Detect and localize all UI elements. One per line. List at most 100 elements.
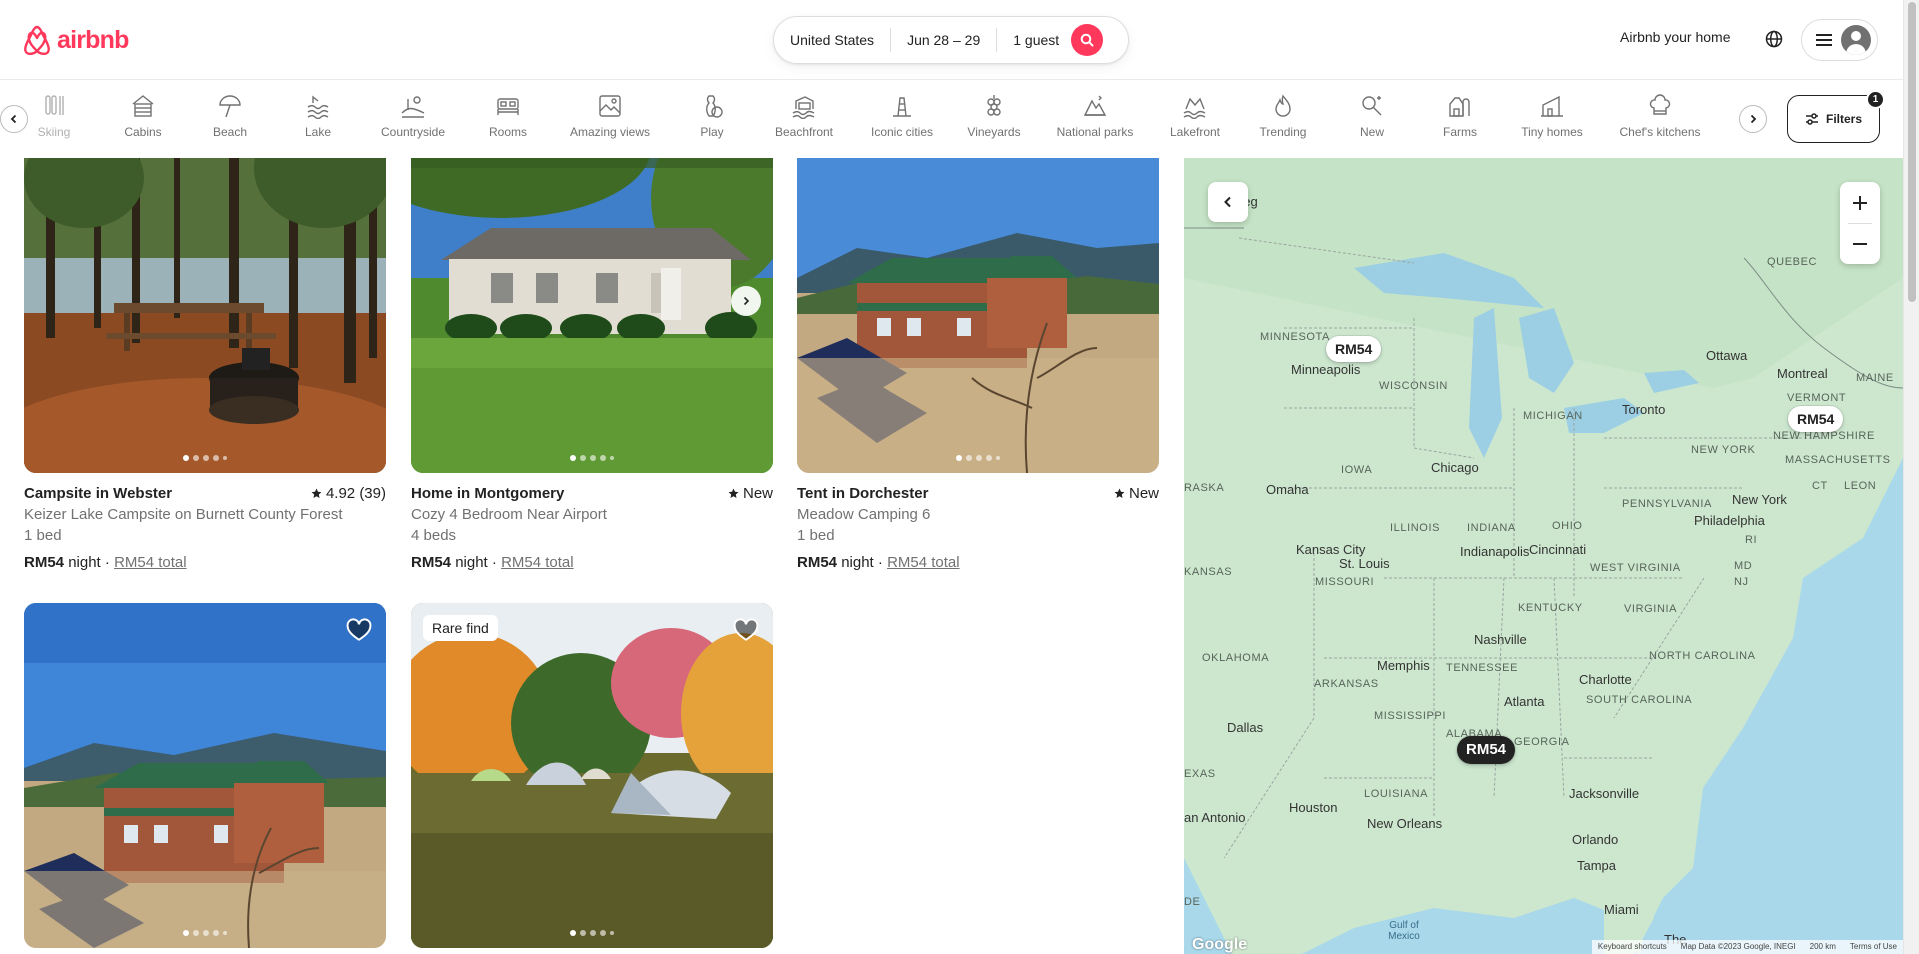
category-iconic-cities[interactable]: Iconic cities xyxy=(852,93,952,145)
heart-favorite-icon[interactable] xyxy=(733,617,759,643)
price-total-link[interactable]: RM54 total xyxy=(114,554,187,571)
category-label: National parks xyxy=(1056,125,1134,139)
keyboard-shortcuts-link[interactable]: Keyboard shortcuts xyxy=(1598,942,1667,952)
map-label: INDIANA xyxy=(1467,522,1516,534)
category-amazing-views[interactable]: Amazing views xyxy=(560,93,660,145)
map-label: MISSOURI xyxy=(1315,576,1375,588)
airbnb-logo[interactable]: airbnb xyxy=(23,24,129,56)
listing-card[interactable]: Rare find xyxy=(411,603,773,948)
listing-photo[interactable] xyxy=(24,603,386,948)
listing-photo[interactable] xyxy=(24,158,386,473)
filters-count-badge: 1 xyxy=(1866,90,1885,109)
zoom-out-button[interactable] xyxy=(1840,223,1880,264)
map-label: Memphis xyxy=(1377,658,1430,673)
photo-next-button[interactable] xyxy=(731,285,761,316)
listing-photo[interactable] xyxy=(411,158,773,473)
listing-rating: New xyxy=(728,483,773,504)
rare-find-badge: Rare find xyxy=(423,615,498,641)
category-lakefront[interactable]: Lakefront xyxy=(1145,93,1245,145)
globe-icon[interactable] xyxy=(1764,29,1784,49)
map-label: MD xyxy=(1734,560,1753,572)
category-label: Vineyards xyxy=(967,125,1021,139)
map-label: IOWA xyxy=(1341,464,1373,476)
listing-photo[interactable] xyxy=(797,158,1159,473)
map-water-label: Gulf of Mexico xyxy=(1388,920,1420,942)
category-skiing[interactable]: Skiing xyxy=(4,93,104,145)
category-national-parks[interactable]: National parks xyxy=(1045,93,1145,145)
map-label: WEST VIRGINIA xyxy=(1590,562,1681,574)
map-price-pin[interactable]: RM54 xyxy=(1788,406,1844,432)
price-separator: · xyxy=(877,554,883,571)
terms-of-use-link[interactable]: Terms of Use xyxy=(1850,942,1897,952)
listing-card[interactable]: Tent in Dorchester New Meadow Camping 6 … xyxy=(797,158,1159,573)
price-total-link[interactable]: RM54 total xyxy=(887,554,960,571)
park-icon xyxy=(1083,95,1107,116)
search-bar[interactable]: United States Jun 28 – 29 1 guest xyxy=(773,16,1129,64)
map-label: Orlando xyxy=(1572,832,1619,847)
map-data-credit: Map Data ©2023 Google, INEGI xyxy=(1680,942,1796,951)
tiny-home-icon xyxy=(1541,95,1563,117)
photo-carousel-dots xyxy=(183,455,227,461)
search-guests[interactable]: 1 guest xyxy=(997,28,1069,52)
search-location[interactable]: United States xyxy=(774,28,890,52)
map-price-pin[interactable]: RM54 xyxy=(1326,336,1382,362)
listing-card[interactable] xyxy=(24,603,386,948)
page-scrollbar[interactable] xyxy=(1903,0,1919,954)
map-label: Kansas City xyxy=(1296,542,1366,557)
map-label: VERMONT xyxy=(1787,392,1847,404)
map-label: Indianapolis xyxy=(1460,544,1530,559)
category-play[interactable]: Play xyxy=(662,93,762,145)
map-label: New York xyxy=(1732,492,1787,507)
collapse-map-button[interactable] xyxy=(1208,182,1248,222)
search-icon xyxy=(1080,33,1094,47)
tower-icon xyxy=(893,97,911,117)
category-label: Tiny homes xyxy=(1521,125,1583,139)
map-label: Ottawa xyxy=(1706,348,1748,363)
category-vineyards[interactable]: Vineyards xyxy=(944,93,1044,145)
listing-card[interactable]: Campsite in Webster 4.92 (39) Keizer Lak… xyxy=(24,158,386,573)
airbnb-your-home-link[interactable]: Airbnb your home xyxy=(1620,29,1731,45)
category-rooms[interactable]: Rooms xyxy=(458,93,558,145)
map-label: ILLINOIS xyxy=(1390,522,1441,534)
skiing-icon xyxy=(45,95,64,115)
beachfront-icon xyxy=(792,96,815,119)
map-price-pin-selected[interactable]: RM54 xyxy=(1457,736,1516,764)
zoom-in-button[interactable] xyxy=(1840,182,1880,223)
umbrella-icon xyxy=(219,95,241,118)
search-dates[interactable]: Jun 28 – 29 xyxy=(891,28,996,52)
listing-photo[interactable]: Rare find xyxy=(411,603,773,948)
category-farms[interactable]: Farms xyxy=(1410,93,1510,145)
search-button[interactable] xyxy=(1071,24,1104,56)
category-scroll-right-button[interactable] xyxy=(1739,105,1767,133)
map-label: QUEBEC xyxy=(1767,256,1818,268)
user-menu-button[interactable] xyxy=(1801,19,1878,61)
bed-icon xyxy=(497,98,519,115)
price-total-link[interactable]: RM54 total xyxy=(501,554,574,571)
grapes-icon xyxy=(987,95,1001,116)
category-chefs-kitchens[interactable]: Chef's kitchens xyxy=(1610,93,1710,145)
category-beach[interactable]: Beach xyxy=(180,93,280,145)
listing-beds: 1 bed xyxy=(24,527,62,544)
category-new[interactable]: New xyxy=(1322,93,1422,145)
bowling-icon xyxy=(706,95,723,118)
listing-card[interactable]: Home in Montgomery New Cozy 4 Bedroom Ne… xyxy=(411,158,773,573)
map-panel[interactable]: peg MINNESOTA Minneapolis WISCONSIN MICH… xyxy=(1184,158,1903,954)
map-label: GEORGIA xyxy=(1514,736,1570,748)
flame-icon xyxy=(1275,94,1291,117)
listing-rating-value: New xyxy=(1128,485,1159,502)
category-beachfront[interactable]: Beachfront xyxy=(754,93,854,145)
heart-favorite-icon[interactable] xyxy=(346,617,372,643)
map-label: MICHIGAN xyxy=(1523,410,1583,422)
chevron-left-icon xyxy=(1224,196,1231,208)
category-cabins[interactable]: Cabins xyxy=(93,93,193,145)
category-countryside[interactable]: Countryside xyxy=(363,93,463,145)
map-label: KANSAS xyxy=(1184,566,1233,578)
category-lake[interactable]: Lake xyxy=(268,93,368,145)
category-tiny-homes[interactable]: Tiny homes xyxy=(1502,93,1602,145)
star-icon xyxy=(728,488,739,498)
scrollbar-thumb[interactable] xyxy=(1908,2,1916,302)
price-amount: RM54 xyxy=(411,554,452,571)
map-label: EXAS xyxy=(1184,768,1216,780)
category-trending[interactable]: Trending xyxy=(1233,93,1333,145)
filters-button[interactable]: Filters 1 xyxy=(1787,90,1885,143)
